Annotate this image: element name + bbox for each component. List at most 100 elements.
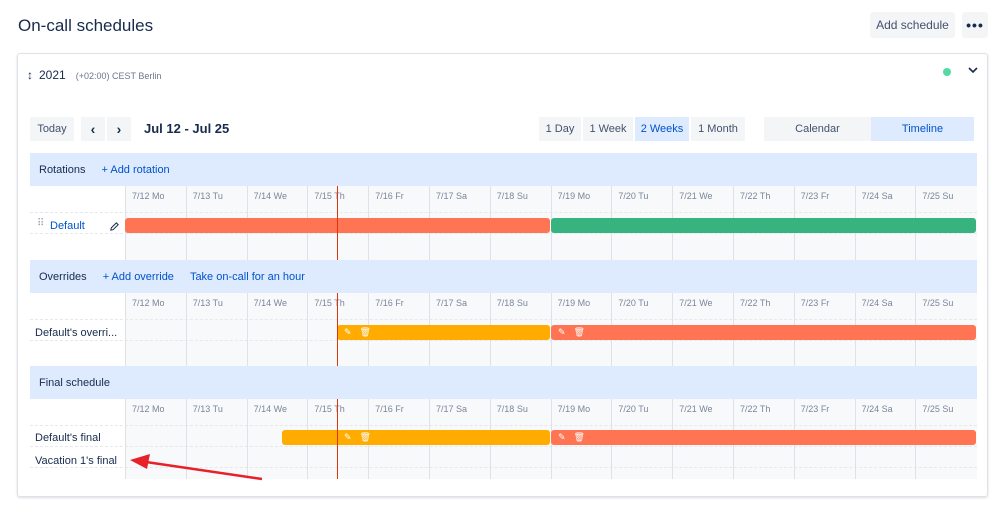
view-1-month[interactable]: 1 Month: [691, 117, 745, 141]
mode-calendar[interactable]: Calendar: [764, 117, 871, 141]
day-label: 7/16 Fr: [375, 191, 404, 201]
day-label: 7/25 Su: [922, 191, 954, 201]
day-label: 7/22 Th: [740, 298, 771, 308]
edit-icon[interactable]: ✎: [344, 432, 352, 443]
mode-timeline[interactable]: Timeline: [871, 117, 974, 141]
day-label: 7/18 Su: [496, 191, 528, 201]
final-row-default-label: Default's final: [35, 432, 101, 444]
day-label: 7/17 Sa: [436, 191, 468, 201]
day-label: 7/24 Sa: [861, 298, 893, 308]
override-row-label: Default's overri...: [35, 327, 118, 339]
day-label: 7/13 Tu: [192, 191, 223, 201]
more-options-button[interactable]: •••: [962, 12, 988, 38]
day-label: 7/21 We: [679, 298, 713, 308]
day-label: 7/13 Tu: [192, 404, 223, 414]
view-2-weeks[interactable]: 2 Weeks: [635, 117, 689, 141]
view-1-week[interactable]: 1 Week: [583, 117, 633, 141]
date-range: Jul 12 - Jul 25: [144, 121, 230, 136]
current-time-line: [337, 186, 338, 260]
page-title: On-call schedules: [18, 16, 154, 35]
day-label: 7/12 Mo: [132, 298, 165, 308]
edit-icon[interactable]: ✎: [344, 327, 352, 338]
rotations-title: Rotations: [39, 163, 86, 176]
annotation-arrow: [130, 454, 263, 481]
take-oncall-link[interactable]: Take on-call for an hour: [190, 271, 305, 283]
day-label: 7/20 Tu: [618, 404, 649, 414]
day-label: 7/17 Sa: [436, 298, 468, 308]
final-bar-2[interactable]: ✎ 🗑: [551, 430, 976, 445]
overrides-title: Overrides: [39, 270, 87, 283]
day-label: 7/13 Tu: [192, 298, 223, 308]
overrides-header: Overrides + Add override Take on-call fo…: [30, 260, 977, 293]
override-bar-1[interactable]: ✎ 🗑: [337, 325, 550, 340]
add-schedule-button[interactable]: Add schedule: [870, 12, 955, 38]
day-label: 7/18 Su: [496, 404, 528, 414]
schedule-card: ↕ 2021 (+02:00) CEST Berlin Today ‹ › Ju…: [17, 53, 988, 497]
pencil-icon[interactable]: [109, 221, 120, 232]
day-label: 7/24 Sa: [861, 404, 893, 414]
rotation-bar-2[interactable]: [551, 218, 976, 233]
prev-button[interactable]: ‹: [81, 117, 105, 141]
timezone-label: (+02:00) CEST Berlin: [75, 71, 162, 81]
sort-icon[interactable]: ↕: [27, 68, 33, 82]
day-label: 7/12 Mo: [132, 404, 165, 414]
rotations-header: Rotations + Add rotation: [30, 153, 977, 186]
today-button[interactable]: Today: [30, 117, 74, 141]
day-label: 7/16 Fr: [375, 404, 404, 414]
day-label: 7/23 Fr: [800, 404, 830, 414]
add-rotation-link[interactable]: + Add rotation: [101, 164, 169, 176]
edit-icon[interactable]: ✎: [558, 432, 566, 443]
rotation-default-label[interactable]: Default: [50, 220, 85, 232]
day-label: 7/22 Th: [740, 404, 771, 414]
day-label: 7/14 We: [253, 404, 287, 414]
trash-icon[interactable]: 🗑: [360, 432, 371, 443]
day-column: 7/14 We: [246, 293, 308, 367]
day-label: 7/16 Fr: [375, 298, 404, 308]
day-label: 7/15 Th: [314, 298, 345, 308]
day-label: 7/23 Fr: [800, 191, 830, 201]
next-button[interactable]: ›: [107, 117, 131, 141]
final-bar-1[interactable]: ✎ 🗑: [282, 430, 550, 445]
add-override-link[interactable]: + Add override: [103, 271, 174, 283]
day-label: 7/15 Th: [314, 191, 345, 201]
day-label: 7/21 We: [679, 191, 713, 201]
rotations-grid: 7/12 Mo 7/13 Tu 7/14 We 7/15 Th 7/16 Fr 7/17 …: [30, 186, 977, 260]
day-label: 7/20 Tu: [618, 191, 649, 201]
rotations-section: Rotations + Add rotation 7/12 Mo 7/13 Tu 7…: [30, 153, 977, 260]
overrides-grid: 7/12 Mo 7/13 Tu 7/14 We 7/15 Th 7/16 Fr 7/17 …: [30, 293, 977, 367]
status-dot: [943, 68, 951, 76]
schedule-year: 2021: [39, 68, 66, 82]
day-label: 7/20 Tu: [618, 298, 649, 308]
schedule-header[interactable]: ↕ 2021 (+02:00) CEST Berlin: [27, 68, 161, 82]
day-column: 7/12 Mo: [125, 293, 186, 367]
trash-icon[interactable]: 🗑: [360, 327, 371, 338]
final-schedule-title: Final schedule: [39, 376, 110, 389]
current-time-line: [337, 293, 338, 367]
day-label: 7/18 Su: [496, 298, 528, 308]
drag-handle-icon[interactable]: ⠿: [37, 218, 44, 229]
trash-icon[interactable]: 🗑: [574, 327, 585, 338]
day-label: 7/14 We: [253, 298, 287, 308]
day-label: 7/19 Mo: [557, 191, 591, 201]
day-label: 7/19 Mo: [557, 298, 591, 308]
day-label: 7/21 We: [679, 404, 713, 414]
day-column: 7/13 Tu: [185, 293, 247, 367]
day-label: 7/19 Mo: [557, 404, 591, 414]
overrides-section: Overrides + Add override Take on-call fo…: [30, 260, 977, 367]
day-label: 7/14 We: [253, 191, 287, 201]
day-label: 7/15 Th: [314, 404, 345, 414]
day-label: 7/12 Mo: [132, 191, 165, 201]
day-label: 7/24 Sa: [861, 191, 893, 201]
view-1-day[interactable]: 1 Day: [539, 117, 581, 141]
current-time-line: [337, 399, 338, 479]
edit-icon[interactable]: ✎: [558, 327, 566, 338]
day-label: 7/23 Fr: [800, 298, 830, 308]
day-label: 7/25 Su: [922, 404, 954, 414]
override-bar-2[interactable]: ✎ 🗑: [551, 325, 976, 340]
final-schedule-header: Final schedule: [30, 366, 977, 399]
chevron-down-icon[interactable]: [966, 63, 980, 77]
final-row-vacation-label: Vacation 1's final: [35, 455, 118, 467]
day-label: 7/17 Sa: [436, 404, 468, 414]
trash-icon[interactable]: 🗑: [574, 432, 585, 443]
day-label: 7/25 Su: [922, 298, 954, 308]
